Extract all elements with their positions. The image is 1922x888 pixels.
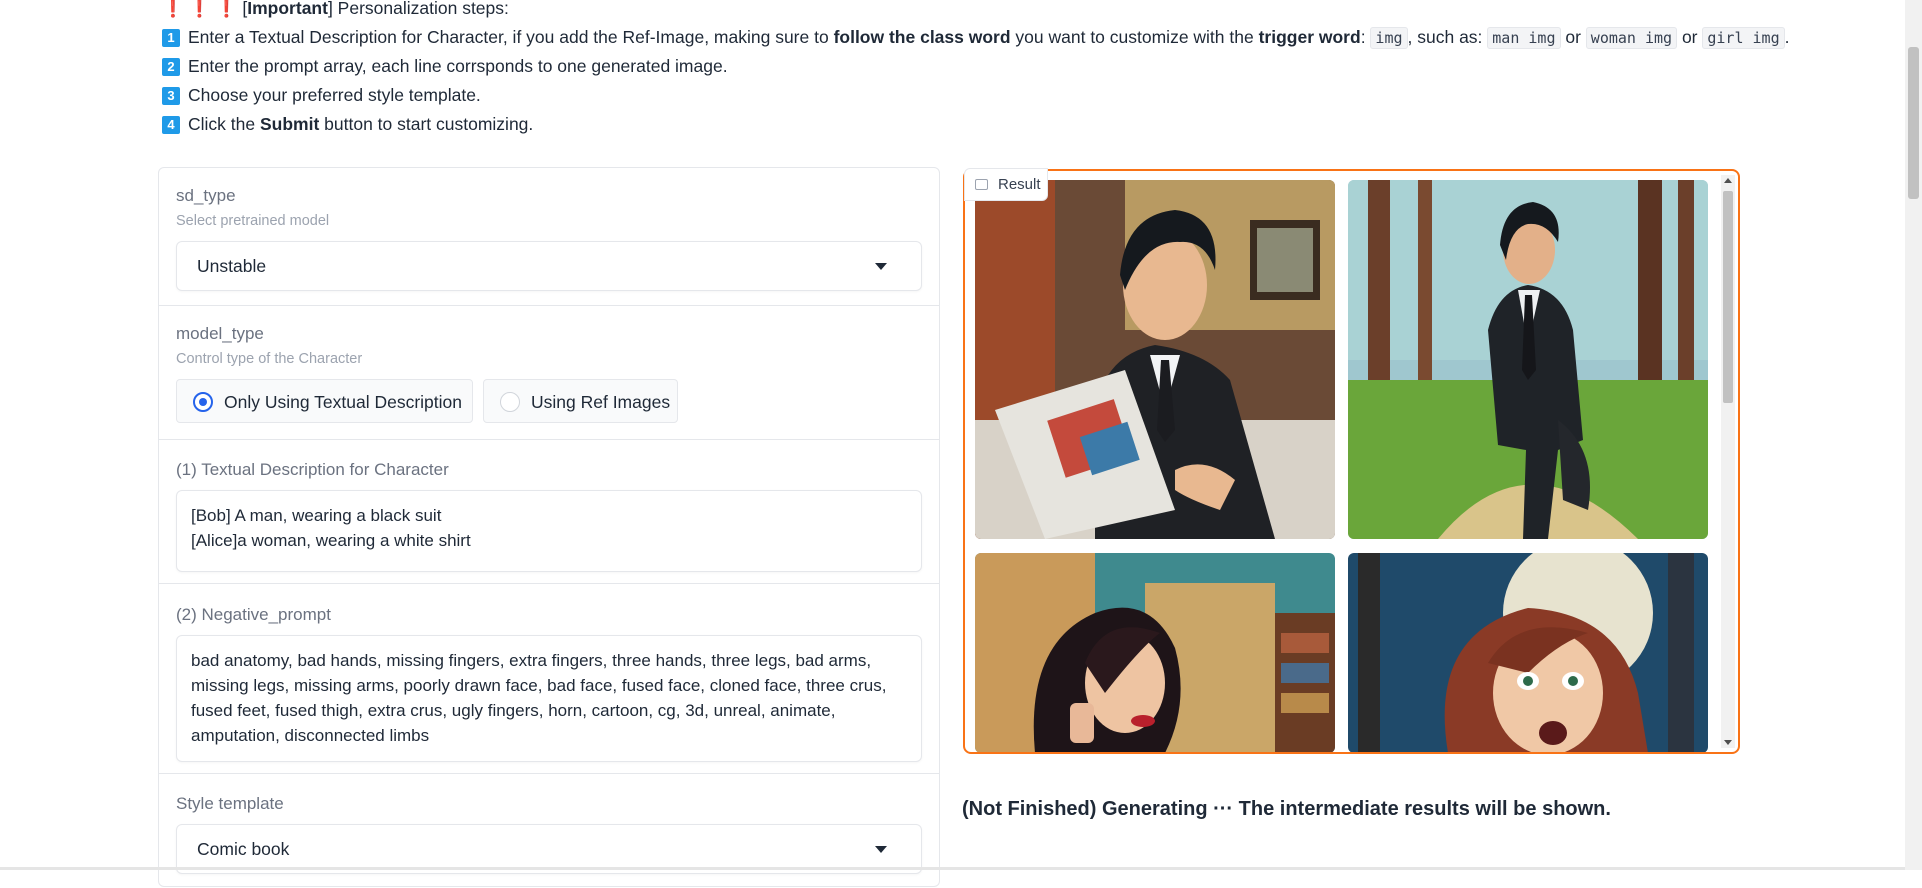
keycap-4-icon: 4: [162, 116, 180, 134]
step-2: 2 Enter the prompt array, each line corrs…: [162, 52, 728, 81]
scroll-down-arrow-icon[interactable]: [1724, 740, 1732, 745]
exclamation-icons: ❗❗❗: [162, 0, 243, 18]
image-icon: [975, 179, 988, 190]
page-scrollbar-thumb[interactable]: [1908, 47, 1919, 199]
gallery-scrollbar-thumb[interactable]: [1723, 191, 1733, 403]
sd-type-info: Select pretrained model: [176, 213, 330, 229]
description-label: (1) Textual Description for Character: [176, 460, 449, 479]
style-template-label: Style template: [176, 794, 284, 813]
negative-prompt-block: (2) Negative_prompt bad anatomy, bad han…: [159, 584, 939, 774]
comic-woman-on-phone: [975, 553, 1335, 752]
result-image-1[interactable]: [975, 180, 1335, 539]
model-type-label: model_type: [176, 324, 264, 343]
code-man-img: man img: [1487, 27, 1561, 49]
radio-ref-images[interactable]: Using Ref Images: [483, 379, 678, 423]
style-template-value: Comic book: [197, 839, 290, 859]
radio-checked-icon: [193, 392, 213, 412]
step-3: 3 Choose your preferred style template.: [162, 81, 481, 110]
settings-panel: sd_type Select pretrained model Unstable…: [158, 167, 940, 887]
comic-woman-frightened-forest: [1348, 553, 1708, 752]
radio-unchecked-icon: [500, 392, 520, 412]
result-gallery[interactable]: [963, 169, 1740, 754]
sd-type-block: sd_type Select pretrained model Unstable: [159, 168, 939, 306]
result-image-4[interactable]: [1348, 553, 1708, 752]
model-type-block: model_type Control type of the Character…: [159, 306, 939, 440]
comic-man-walking-forest: [1348, 180, 1708, 539]
model-type-info: Control type of the Character: [176, 351, 363, 367]
keycap-3-icon: 3: [162, 87, 180, 105]
comic-man-reading-newspaper: [975, 180, 1335, 539]
sd-type-label: sd_type: [176, 186, 236, 205]
code-img: img: [1370, 27, 1408, 49]
radio-textual-description[interactable]: Only Using Textual Description: [176, 379, 473, 423]
gallery-scrollbar[interactable]: [1721, 175, 1735, 748]
result-image-2[interactable]: [1348, 180, 1708, 539]
code-woman-img: woman img: [1585, 27, 1678, 49]
scroll-up-arrow-icon[interactable]: [1724, 178, 1732, 183]
keycap-2-icon: 2: [162, 58, 180, 76]
description-textarea[interactable]: [Bob] A man, wearing a black suit [Alice…: [176, 490, 922, 572]
page-scrollbar[interactable]: [1905, 0, 1922, 870]
chevron-down-icon: [875, 263, 887, 270]
sd-type-dropdown[interactable]: Unstable: [176, 241, 922, 291]
result-label-tab: Result: [964, 168, 1048, 201]
code-girl-img: girl img: [1702, 27, 1785, 49]
chevron-down-icon: [875, 846, 887, 853]
negative-prompt-textarea[interactable]: bad anatomy, bad hands, missing fingers,…: [176, 635, 922, 762]
result-image-3[interactable]: [975, 553, 1335, 752]
instructions-header: ❗❗❗[Important] Personalization steps:: [162, 0, 509, 18]
description-block: (1) Textual Description for Character [B…: [159, 440, 939, 584]
negative-prompt-label: (2) Negative_prompt: [176, 605, 331, 624]
keycap-1-icon: 1: [162, 29, 180, 47]
sd-type-value: Unstable: [197, 256, 267, 276]
step-1: 1 Enter a Textual Description for Charact…: [162, 23, 1790, 52]
style-template-block: Style template Comic book: [159, 774, 939, 888]
generation-status: (Not Finished) Generating ··· The interm…: [962, 798, 1611, 820]
step-4: 4 Click the Submit button to start custom…: [162, 110, 533, 139]
